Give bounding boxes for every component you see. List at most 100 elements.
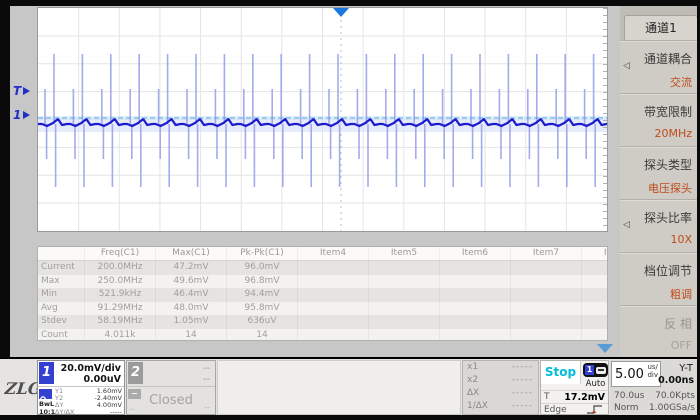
cursor-x-readout[interactable]: x1-----x2-----∆X-----1/∆X----- xyxy=(462,360,539,415)
math-left-mark: -·- xyxy=(129,406,135,413)
oscilloscope-screen: T 1 Freq(C1)Max(C1)Pk-Pk(C1)Item4Item5It… xyxy=(0,0,700,420)
acquire-row: Norm 1.00GSa/s xyxy=(610,402,698,414)
trigger-key-icon xyxy=(596,367,606,374)
cursor-y-readout: Y11.60mVY2-2.40mV∆Y4.00mV∆Y/∆X----- xyxy=(55,388,122,416)
menu-item-label: 带宽限制 xyxy=(620,94,692,120)
table-cell xyxy=(581,275,608,289)
table-cell: Item8 xyxy=(581,247,608,260)
menu-item-value: 电压探头 xyxy=(620,180,692,196)
channel1-scale: 20.0mV/div xyxy=(61,363,121,374)
trigger-marker-label: T xyxy=(13,84,21,98)
record-row: 70.0us 70.0Kpts xyxy=(610,390,698,402)
table-cell xyxy=(297,275,368,289)
table-cell xyxy=(581,302,608,316)
submenu-arrow-icon: ◁ xyxy=(623,220,630,230)
table-cell xyxy=(297,261,368,275)
menu-item-5[interactable]: 反 相 OFF xyxy=(620,305,698,358)
divider xyxy=(127,386,215,387)
menu-item-value: 粗调 xyxy=(620,286,692,302)
menu-item-value: OFF xyxy=(620,339,692,352)
run-stop-indicator[interactable]: Stop xyxy=(541,361,581,384)
timebase-unit: us/ div xyxy=(647,364,658,379)
right-edge-ticks xyxy=(603,8,607,231)
trigger-delay: 0.00ns xyxy=(658,375,694,386)
cursor-x-row: x1----- xyxy=(463,361,538,374)
channel1-offset: 0.00uV xyxy=(83,374,121,385)
table-cell xyxy=(581,315,608,329)
channel2-value2: -- xyxy=(203,374,210,385)
record-window: 70.0us xyxy=(614,390,644,402)
menu-item-label: 反 相 xyxy=(620,306,692,332)
row-label: Max xyxy=(38,275,84,289)
menu-item-2[interactable]: 探头类型电压探头 xyxy=(620,146,698,199)
table-cell xyxy=(368,261,439,275)
table-cell: 94.4mV xyxy=(226,288,297,302)
empty-status-panel xyxy=(217,360,461,415)
display-mode: Y-T xyxy=(679,363,693,374)
table-cell xyxy=(439,275,510,289)
trigger-status-box[interactable]: Stop 1 Auto T 17.2mV Edge xyxy=(540,360,609,415)
table-cell: 58.19MHz xyxy=(84,315,155,329)
waveform-display[interactable] xyxy=(37,7,608,232)
menu-header: 通道1 xyxy=(620,6,698,40)
trigger-source-box[interactable]: 1 xyxy=(583,363,608,377)
table-cell xyxy=(368,275,439,289)
timebase-scale-box[interactable]: 5.00 us/ div xyxy=(611,361,661,387)
table-expand-arrow-icon[interactable] xyxy=(597,344,613,353)
right-arrow-icon xyxy=(23,87,30,95)
table-cell: 48.0mV xyxy=(155,302,226,316)
menu-item-value: 交流 xyxy=(620,74,692,90)
record-points: 70.0Kpts xyxy=(655,390,695,402)
table-row: Min521.9kHz46.4mV94.4mV xyxy=(38,288,607,302)
table-cell xyxy=(510,315,581,329)
acquire-mode: Norm xyxy=(614,402,639,414)
table-cell: 1.05mV xyxy=(155,315,226,329)
table-cell xyxy=(510,288,581,302)
table-cell xyxy=(581,261,608,275)
table-cell: 47.2mV xyxy=(155,261,226,275)
table-cell: Freq(C1) xyxy=(84,247,155,260)
table-cell xyxy=(297,315,368,329)
channel1-zero-marker[interactable]: 1 xyxy=(13,108,30,122)
table-cell: 96.8mV xyxy=(226,275,297,289)
menu-item-3[interactable]: ◁探头比率10X xyxy=(620,199,698,252)
menu-item-1[interactable]: 带宽限制 20MHz xyxy=(620,93,698,146)
table-cell xyxy=(439,329,510,342)
menu-item-0[interactable]: ◁通道耦合交流 xyxy=(620,40,698,93)
menu-item-value: 20MHz xyxy=(620,127,692,140)
trigger-position-marker[interactable] xyxy=(333,8,349,17)
trigger-level-marker[interactable]: T xyxy=(13,84,30,98)
row-label: Count xyxy=(38,329,84,342)
menu-item-label: 探头比率 xyxy=(620,200,692,226)
sample-rate: 1.00GSa/s xyxy=(649,402,695,414)
menu-item-4[interactable]: 档位调节粗调 xyxy=(620,252,698,305)
table-cell xyxy=(368,302,439,316)
bezel xyxy=(0,415,700,420)
row-label xyxy=(38,247,84,260)
table-header-row: Freq(C1)Max(C1)Pk-Pk(C1)Item4Item5Item6I… xyxy=(38,247,607,261)
bezel xyxy=(0,0,700,6)
table-cell: 46.4mV xyxy=(155,288,226,302)
channel-menu: 通道1 ◁通道耦合交流带宽限制20MHz探头类型电压探头◁探头比率10X档位调节… xyxy=(620,6,698,358)
row-label: Avg xyxy=(38,302,84,316)
submenu-arrow-icon: ◁ xyxy=(623,61,630,71)
math-status: Closed xyxy=(127,393,215,408)
table-row: Avg91.29MHz48.0mV95.8mV xyxy=(38,302,607,316)
status-bar: ZLG® 1 20.0mV/div 0.00uV BwL 10:1 Y11.60… xyxy=(0,357,700,418)
table-cell xyxy=(439,315,510,329)
cursor-x-row: ∆X----- xyxy=(463,387,538,400)
table-cell xyxy=(368,315,439,329)
table-cell: 14 xyxy=(155,329,226,342)
row-label: Current xyxy=(38,261,84,275)
table-cell xyxy=(510,275,581,289)
channel2-badge: 2 xyxy=(128,362,143,384)
timebase-status-box[interactable]: 5.00 us/ div Y-T 0.00ns 70.0us 70.0Kpts … xyxy=(610,360,698,415)
menu-item-label: 通道耦合 xyxy=(620,41,692,67)
table-row: Count4.011k1414 xyxy=(38,329,607,342)
table-row: Max250.0MHz49.6mV96.8mV xyxy=(38,275,607,289)
waveform-canvas xyxy=(38,8,607,231)
channel2-status-box[interactable]: 2 -- -- − Closed -·- -- xyxy=(126,360,216,415)
table-cell: Max(C1) xyxy=(155,247,226,260)
channel1-status-box[interactable]: 1 20.0mV/div 0.00uV BwL 10:1 Y11.60mVY2-… xyxy=(37,360,125,415)
table-cell xyxy=(439,261,510,275)
